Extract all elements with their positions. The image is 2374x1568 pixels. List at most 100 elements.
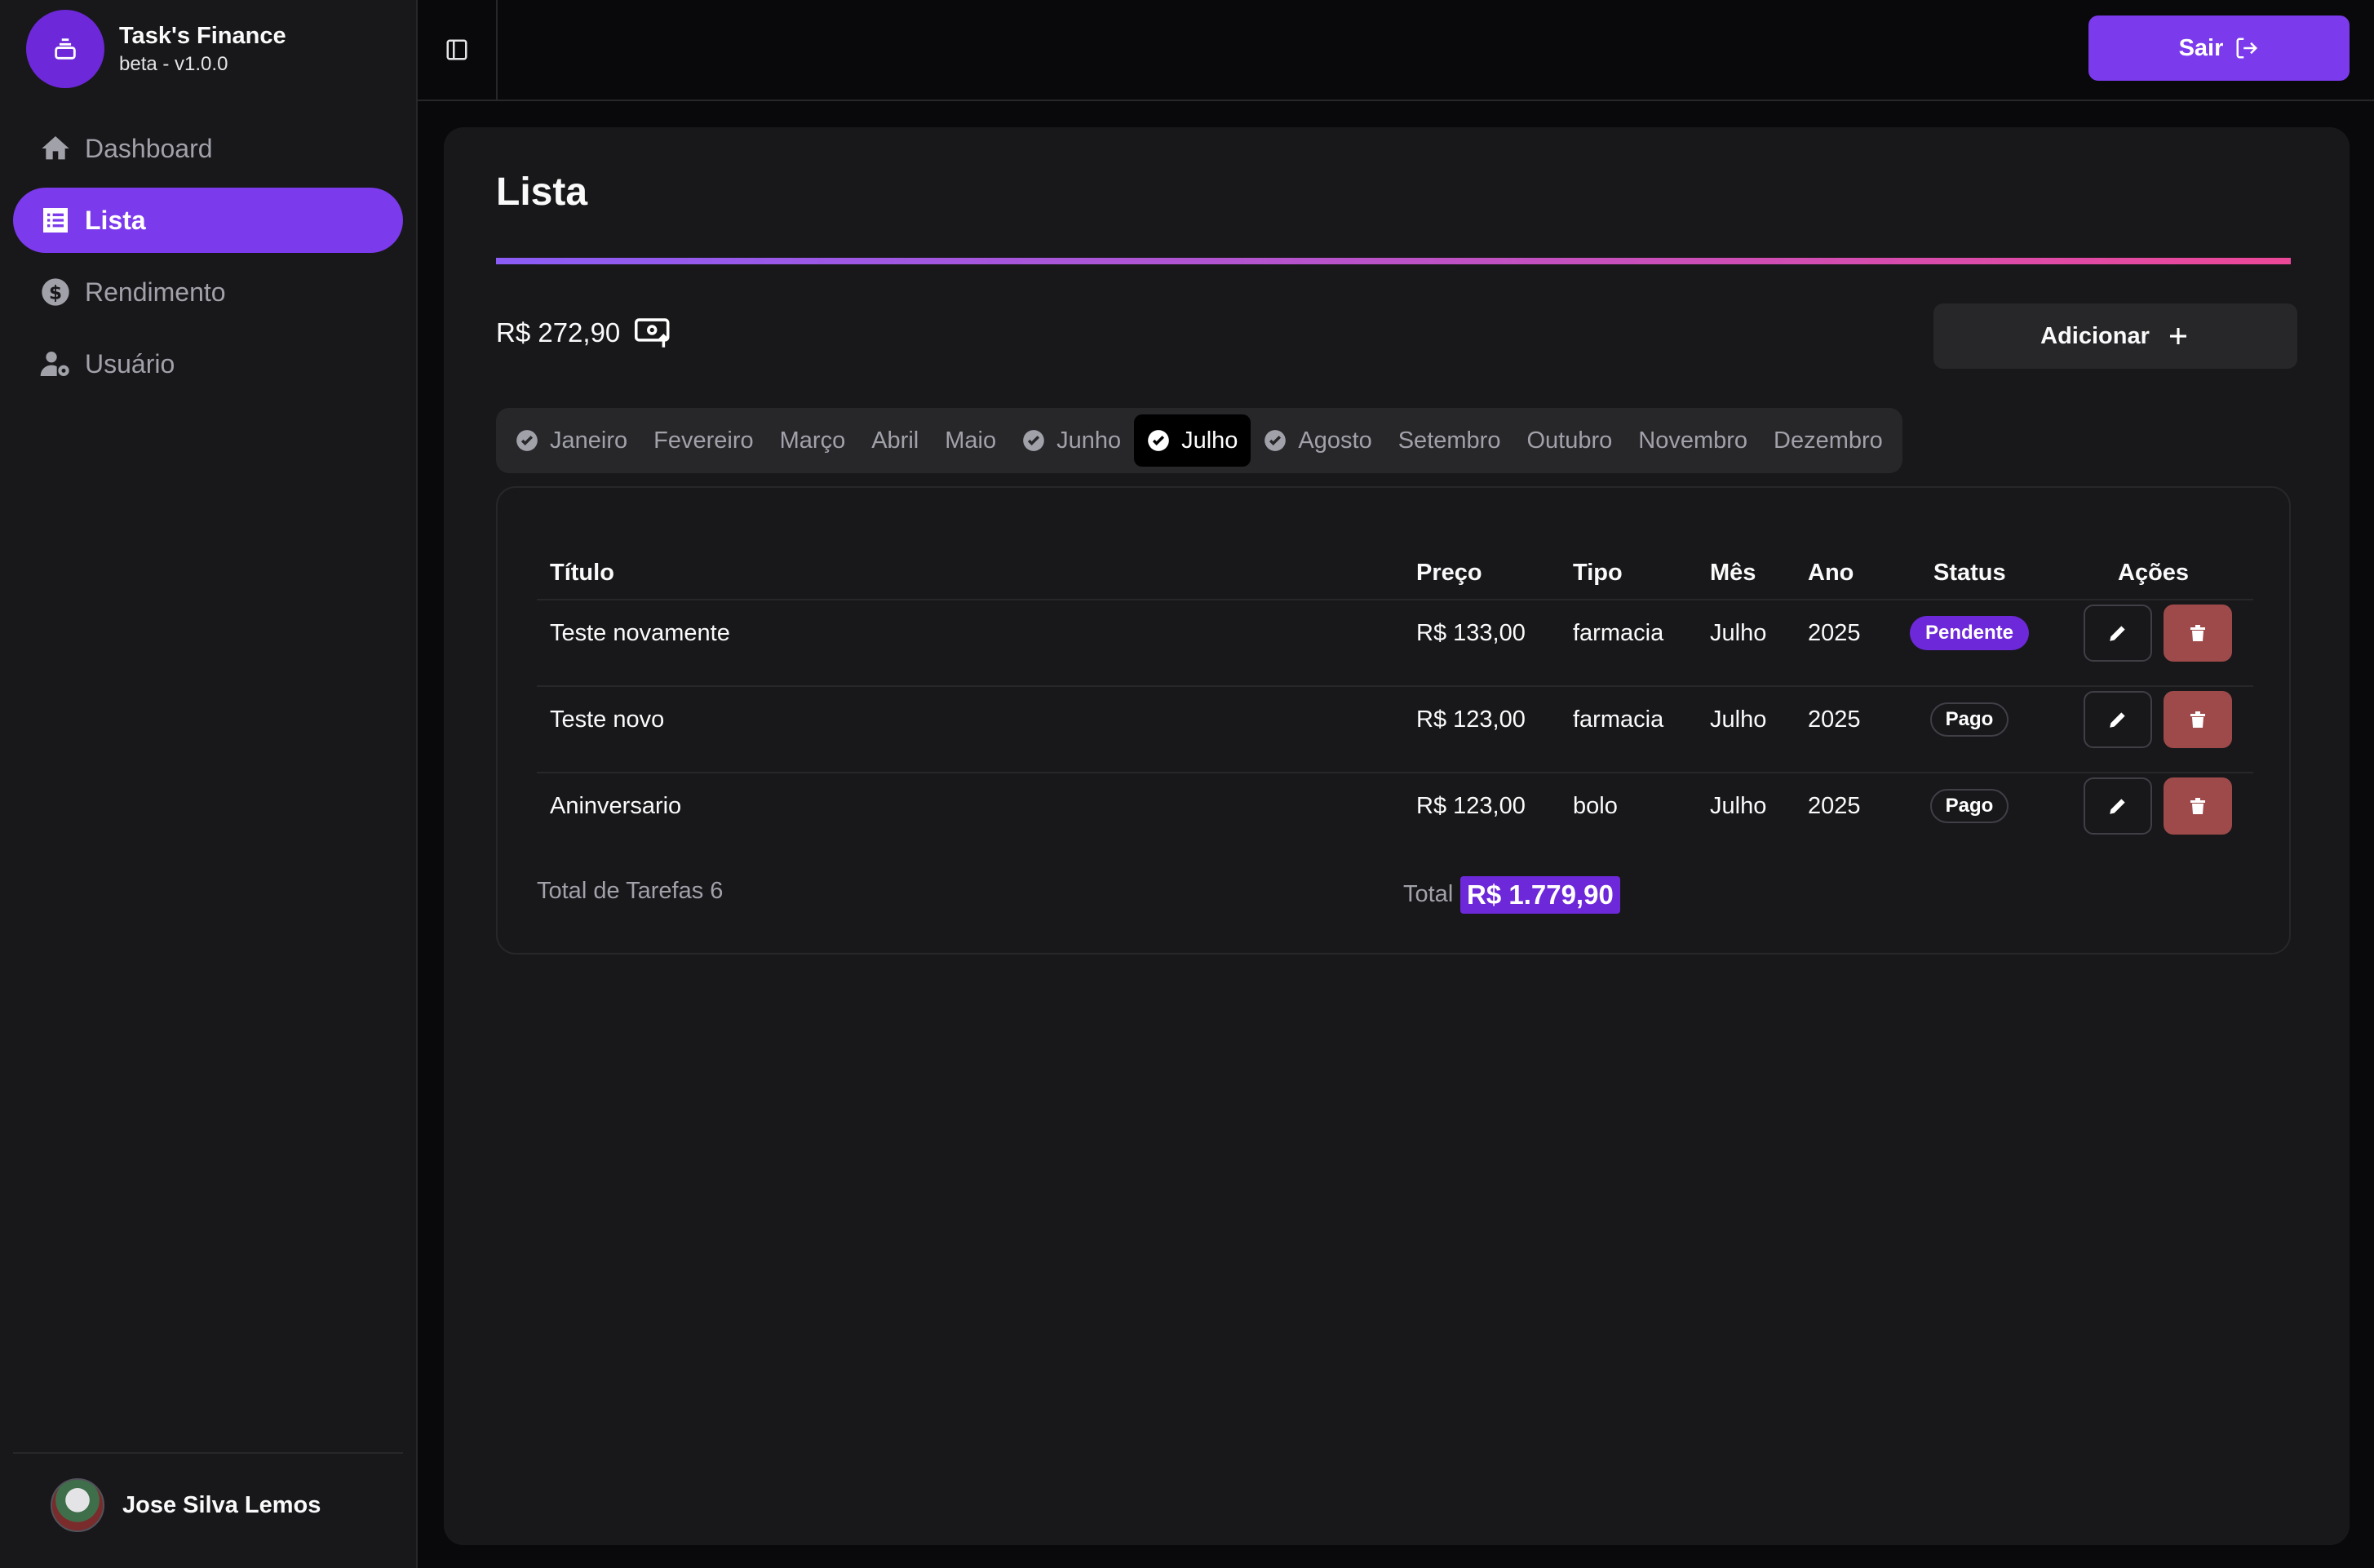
cell-titulo: Teste novo	[550, 706, 665, 733]
sidebar-toggle-button[interactable]	[418, 0, 498, 100]
row-divider	[537, 685, 2253, 687]
pencil-icon	[2110, 712, 2125, 728]
user-gear-icon	[40, 352, 69, 376]
edit-button[interactable]	[2084, 777, 2152, 835]
sidebar-nav: Dashboard Lista $ Rendimento Usuário	[13, 116, 403, 403]
header-divider	[537, 599, 2253, 600]
edit-button[interactable]	[2084, 691, 2152, 748]
column-header-status: Status	[1933, 560, 2006, 586]
cell-preco: R$ 123,00	[1416, 793, 1526, 819]
add-button[interactable]: Adicionar	[1933, 303, 2297, 369]
cell-ano: 2025	[1808, 793, 1861, 819]
home-icon	[42, 136, 69, 160]
check-circle-icon	[1265, 430, 1287, 451]
status-badge: Pago	[1930, 789, 2009, 823]
row-divider	[537, 772, 2253, 773]
total-tasks: Total de Tarefas 6	[537, 878, 724, 904]
column-header-mes: Mês	[1710, 560, 1756, 586]
money-upload-icon	[635, 318, 670, 348]
cell-ano: 2025	[1808, 620, 1861, 646]
tab-julho[interactable]: Julho	[1134, 414, 1251, 467]
total-value: R$ 1.779,90	[1460, 876, 1620, 914]
status-badge: Pendente	[1910, 616, 2029, 650]
column-header-acoes: Ações	[2118, 560, 2190, 586]
tab-label: Dezembro	[1774, 427, 1883, 454]
balance: R$ 272,90	[496, 317, 672, 349]
pencil-icon	[2110, 799, 2125, 814]
trash-icon	[2190, 711, 2205, 728]
month-tabs: Janeiro Fevereiro Março Abril Maio Junho…	[496, 408, 1902, 473]
cell-preco: R$ 133,00	[1416, 620, 1526, 646]
column-header-tipo: Tipo	[1573, 560, 1623, 586]
avatar	[51, 1478, 104, 1532]
tasks-table: Título Preço Tipo Mês Ano Status Ações T…	[496, 486, 2291, 955]
tab-dezembro[interactable]: Dezembro	[1761, 414, 1896, 467]
tab-label: Outubro	[1526, 427, 1613, 454]
sidebar-item-label: Rendimento	[85, 277, 226, 307]
tab-abril[interactable]: Abril	[858, 414, 932, 467]
trash-icon	[2190, 625, 2205, 641]
panel-left-icon	[446, 39, 467, 60]
delete-button[interactable]	[2164, 605, 2232, 662]
pencil-icon	[2110, 626, 2125, 641]
tab-novembro[interactable]: Novembro	[1625, 414, 1761, 467]
sidebar-item-lista[interactable]: Lista	[13, 188, 403, 253]
plus-icon	[2169, 328, 2186, 344]
sidebar-divider	[13, 1452, 403, 1454]
user-profile[interactable]: Jose Silva Lemos	[51, 1478, 321, 1532]
logout-label: Sair	[2178, 34, 2224, 61]
column-header-titulo: Título	[550, 560, 614, 586]
tab-label: Setembro	[1397, 427, 1501, 454]
tab-junho[interactable]: Junho	[1009, 414, 1134, 467]
tab-janeiro[interactable]: Janeiro	[503, 414, 640, 467]
log-out-icon	[2236, 38, 2258, 59]
sidebar-item-label: Dashboard	[85, 133, 213, 163]
sidebar-item-label: Usuário	[85, 348, 175, 379]
check-circle-icon	[1148, 430, 1169, 451]
check-circle-icon	[1023, 430, 1044, 451]
tab-agosto[interactable]: Agosto	[1251, 414, 1384, 467]
user-name: Jose Silva Lemos	[122, 1491, 321, 1518]
tab-outubro[interactable]: Outubro	[1513, 414, 1625, 467]
tab-label: Janeiro	[550, 427, 628, 454]
sidebar-item-label: Lista	[85, 205, 146, 235]
cell-preco: R$ 123,00	[1416, 706, 1526, 733]
cell-titulo: Teste novamente	[550, 620, 730, 646]
tab-maio[interactable]: Maio	[932, 414, 1009, 467]
column-header-ano: Ano	[1808, 560, 1854, 586]
tab-label: Novembro	[1638, 427, 1748, 454]
edit-button[interactable]	[2084, 605, 2152, 662]
trash-icon	[2190, 798, 2205, 814]
add-label: Adicionar	[2040, 322, 2150, 349]
tab-label: Maio	[945, 427, 997, 454]
cell-tipo: farmacia	[1573, 620, 1664, 646]
tab-label: Fevereiro	[653, 427, 754, 454]
tab-marco[interactable]: Março	[767, 414, 859, 467]
cell-titulo: Aninversario	[550, 793, 682, 819]
tab-fevereiro[interactable]: Fevereiro	[640, 414, 767, 467]
dollar-icon: $	[42, 278, 69, 306]
tab-setembro[interactable]: Setembro	[1385, 414, 1514, 467]
sidebar-item-rendimento[interactable]: $ Rendimento	[13, 259, 403, 325]
delete-button[interactable]	[2164, 691, 2232, 748]
cell-tipo: bolo	[1573, 793, 1618, 819]
app-title: Task's Finance	[119, 23, 286, 49]
cell-mes: Julho	[1710, 706, 1767, 733]
logout-button[interactable]: Sair	[2088, 16, 2350, 81]
total-label: Total	[1403, 881, 1454, 907]
balance-value: R$ 272,90	[496, 317, 621, 348]
tab-label: Abril	[871, 427, 919, 454]
sidebar-item-dashboard[interactable]: Dashboard	[13, 116, 403, 181]
sidebar-item-usuario[interactable]: Usuário	[13, 331, 403, 396]
tab-label: Março	[779, 427, 846, 454]
delete-button[interactable]	[2164, 777, 2232, 835]
app-version: beta - v1.0.0	[119, 53, 228, 75]
cell-tipo: farmacia	[1573, 706, 1664, 733]
column-header-preco: Preço	[1416, 560, 1482, 586]
page-title: Lista	[496, 171, 588, 214]
top-bar: Sair	[418, 0, 2374, 101]
tab-label: Julho	[1181, 427, 1238, 454]
cell-ano: 2025	[1808, 706, 1861, 733]
brand[interactable]: Task's Finance beta - v1.0.0	[26, 10, 286, 88]
cell-mes: Julho	[1710, 620, 1767, 646]
